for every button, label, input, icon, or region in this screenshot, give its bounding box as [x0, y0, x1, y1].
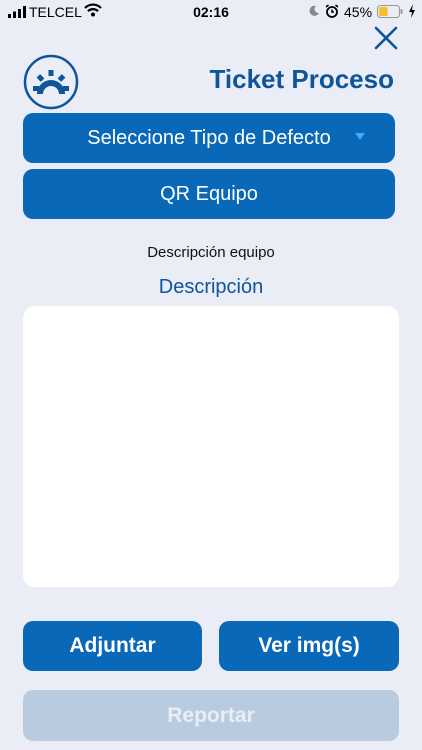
equipment-description-label: Descripción equipo: [147, 244, 275, 261]
attach-button[interactable]: Adjuntar: [23, 621, 202, 671]
defect-type-select-label: Seleccione Tipo de Defecto: [87, 126, 331, 149]
gear-logo-icon: [23, 54, 79, 110]
report-button[interactable]: Reportar: [23, 690, 399, 741]
do-not-disturb-icon: [309, 5, 319, 16]
view-images-button[interactable]: Ver img(s): [219, 621, 399, 671]
description-textarea[interactable]: [23, 306, 399, 587]
battery-percentage: 45%: [344, 4, 373, 20]
qr-equipment-button[interactable]: QR Equipo: [23, 169, 395, 219]
close-icon[interactable]: [372, 24, 400, 52]
alarm-icon: [325, 4, 339, 18]
dropdown-caret-icon: [355, 133, 365, 140]
status-bar: TELCEL 02:16 45%: [0, 0, 422, 24]
attach-button-label: Adjuntar: [69, 634, 156, 657]
description-heading: Descripción: [158, 276, 264, 298]
report-button-label: Reportar: [167, 703, 255, 727]
page-title: Ticket Proceso: [209, 64, 394, 94]
qr-equipment-button-label: QR Equipo: [160, 182, 258, 205]
defect-type-select[interactable]: Seleccione Tipo de Defecto: [23, 113, 395, 163]
charging-bolt-icon: [409, 4, 415, 18]
view-images-button-label: Ver img(s): [258, 634, 360, 657]
battery-icon: [377, 5, 403, 18]
